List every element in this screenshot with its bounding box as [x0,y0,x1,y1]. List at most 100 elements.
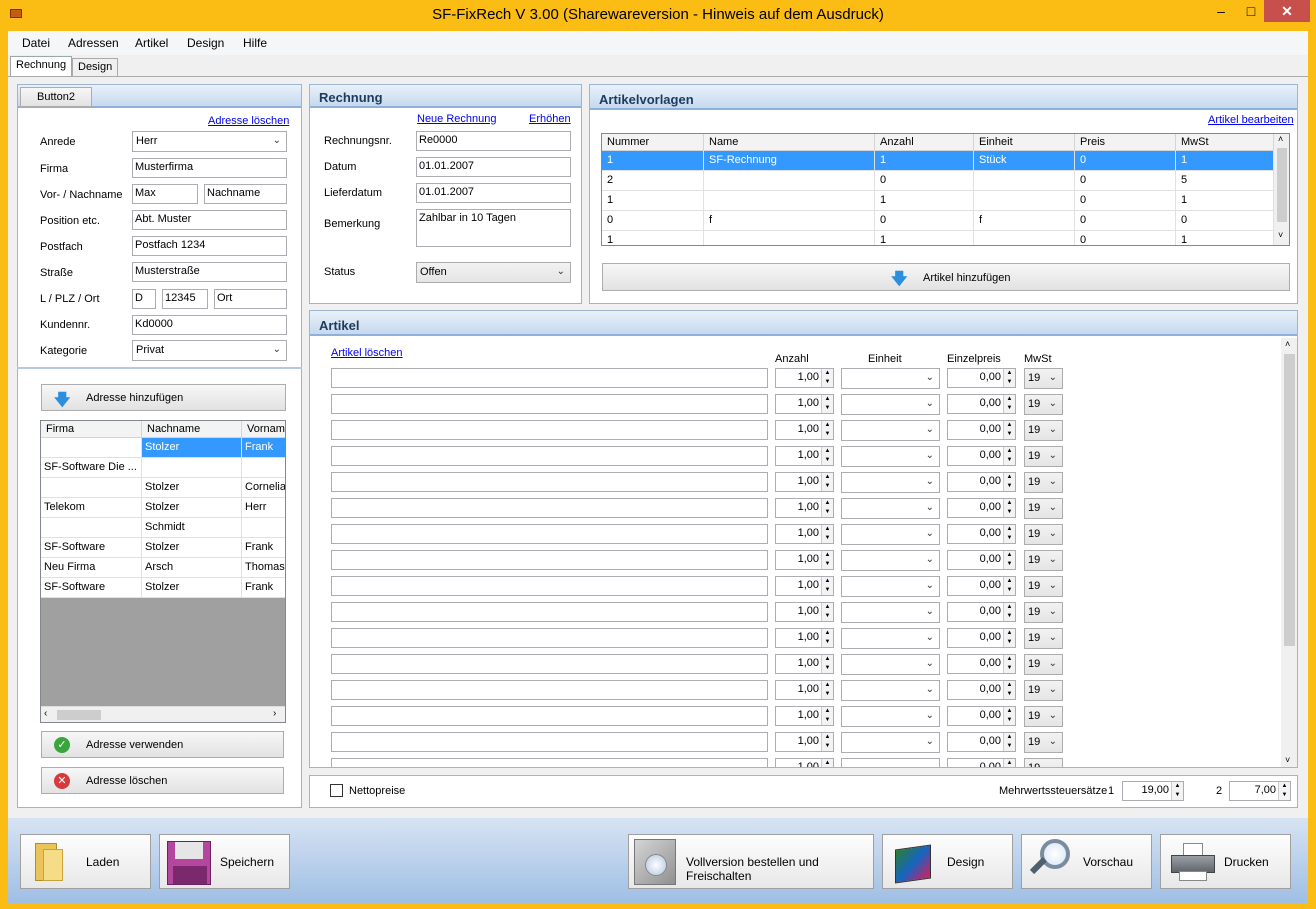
address-grid-cell[interactable]: Frank [242,538,285,558]
anzahl-stepper[interactable]: 1,00▲▼ [775,472,834,492]
vorname-input[interactable]: Max [132,184,198,204]
stepper-arrows-icon[interactable]: ▲▼ [821,629,833,647]
stepper-arrows-icon[interactable]: ▲▼ [821,655,833,673]
article-name-input[interactable] [331,576,768,596]
templates-grid[interactable]: Nummer Name Anzahl Einheit Preis MwSt 1 SF-Rec… [601,133,1290,246]
anzahl-stepper[interactable]: 1,00▲▼ [775,420,834,440]
close-button[interactable]: ✕ [1264,0,1310,22]
address-grid-cell[interactable] [242,458,285,478]
articles-scrollbar[interactable]: ˄ ˅ [1281,338,1297,767]
article-name-input[interactable] [331,524,768,544]
drucken-button[interactable]: Drucken [1160,834,1291,889]
preis-stepper[interactable]: 0,00▲▼ [947,654,1016,674]
anzahl-stepper[interactable]: 1,00▲▼ [775,446,834,466]
mwst-select[interactable]: 19 ⌄ [1024,680,1063,701]
stepper-arrows-icon[interactable]: ▲▼ [821,525,833,543]
address-grid-cell[interactable]: Stolzer [142,478,242,498]
stepper-arrows-icon[interactable]: ▲▼ [1003,447,1015,465]
article-name-input[interactable] [331,628,768,648]
preis-stepper[interactable]: 0,00▲▼ [947,446,1016,466]
address-grid-cell[interactable]: SF-Software Die ... [41,458,142,478]
stepper-arrows-icon[interactable]: ▲▼ [1003,551,1015,569]
templates-cell[interactable] [974,171,1075,191]
scroll-right-icon[interactable]: › [273,708,276,719]
add-address-button[interactable]: 🡇 Adresse hinzufügen [41,384,286,411]
scroll-thumb[interactable] [1277,148,1287,222]
address-grid-cell[interactable]: Thomas [242,558,285,578]
einheit-select[interactable]: ⌄ [841,758,940,767]
mwst1-stepper[interactable]: 19,00 ▲ ▼ [1122,781,1184,801]
scroll-down-icon[interactable]: ˅ [1278,230,1283,240]
address-grid-cell[interactable]: SF-Software [41,538,142,558]
datum-input[interactable]: 01.01.2007 [416,157,571,177]
anzahl-stepper[interactable]: 1,00▲▼ [775,706,834,726]
templates-header[interactable]: MwSt [1176,134,1274,150]
stepper-arrows-icon[interactable]: ▲▼ [1003,733,1015,751]
anzahl-stepper[interactable]: 1,00▲▼ [775,654,834,674]
preis-stepper[interactable]: 0,00▲▼ [947,758,1016,767]
address-grid-cell[interactable] [41,478,142,498]
address-grid-cell[interactable]: Stolzer [142,438,242,458]
button2[interactable]: Button2 [20,87,92,107]
anzahl-stepper[interactable]: 1,00▲▼ [775,394,834,414]
address-grid-cell[interactable]: Herr [242,498,285,518]
templates-cell[interactable]: 0 [1075,151,1176,171]
anzahl-stepper[interactable]: 1,00▲▼ [775,758,834,767]
stepper-arrows-icon[interactable]: ▲▼ [1003,681,1015,699]
einheit-select[interactable]: ⌄ [841,524,940,545]
anzahl-stepper[interactable]: 1,00▲▼ [775,368,834,388]
templates-cell[interactable]: f [704,211,875,231]
use-address-button[interactable]: ✓ Adresse verwenden [41,731,284,758]
stepper-arrows-icon[interactable]: ▲▼ [1003,759,1015,767]
add-article-button[interactable]: 🡇 Artikel hinzufügen [602,263,1290,291]
article-name-input[interactable] [331,550,768,570]
einheit-select[interactable]: ⌄ [841,394,940,415]
mwst-select[interactable]: 19 ⌄ [1024,602,1063,623]
scroll-left-icon[interactable]: ‹ [44,708,47,719]
preis-stepper[interactable]: 0,00▲▼ [947,576,1016,596]
templates-header[interactable]: Einheit [974,134,1075,150]
stepper-arrows-icon[interactable]: ▲▼ [1003,473,1015,491]
delete-article-link[interactable]: Artikel löschen [331,347,403,359]
templates-cell[interactable]: 1 [602,151,704,171]
horizontal-scrollbar[interactable]: ‹ › [41,706,285,722]
stepper-arrows-icon[interactable]: ▲▼ [1003,655,1015,673]
preis-stepper[interactable]: 0,00▲▼ [947,732,1016,752]
address-grid-cell[interactable]: Frank [242,578,285,598]
scroll-down-icon[interactable]: ˅ [1285,755,1290,765]
anzahl-stepper[interactable]: 1,00▲▼ [775,628,834,648]
address-grid-cell[interactable]: Arsch [142,558,242,578]
stepper-arrows-icon[interactable]: ▲▼ [821,421,833,439]
grid-header-nachname[interactable]: Nachname [142,421,242,437]
templates-cell[interactable]: f [974,211,1075,231]
preis-stepper[interactable]: 0,00▲▼ [947,706,1016,726]
templates-cell[interactable]: 1 [1176,191,1274,211]
anzahl-stepper[interactable]: 1,00▲▼ [775,680,834,700]
templates-cell[interactable] [974,191,1075,211]
templates-scrollbar[interactable]: ˄ ˅ [1274,134,1289,245]
templates-cell[interactable]: 1 [602,231,704,245]
ort-input[interactable]: Ort [214,289,287,309]
templates-cell[interactable]: 1 [875,151,974,171]
stepper-arrows-icon[interactable]: ▲▼ [821,707,833,725]
invoice-nr-input[interactable]: Re0000 [416,131,571,151]
templates-cell[interactable]: 5 [1176,171,1274,191]
article-name-input[interactable] [331,394,768,414]
stepper-arrows-icon[interactable]: ▲▼ [821,681,833,699]
einheit-select[interactable]: ⌄ [841,420,940,441]
templates-cell[interactable] [974,231,1075,245]
new-invoice-link[interactable]: Neue Rechnung [417,113,497,125]
einheit-select[interactable]: ⌄ [841,472,940,493]
address-grid-cell[interactable] [142,458,242,478]
kategorie-select[interactable]: Privat ⌄ [132,340,287,361]
einheit-select[interactable]: ⌄ [841,550,940,571]
article-name-input[interactable] [331,446,768,466]
templates-cell[interactable]: 0 [1075,211,1176,231]
preis-stepper[interactable]: 0,00▲▼ [947,498,1016,518]
address-grid-cell[interactable]: Telekom [41,498,142,518]
einheit-select[interactable]: ⌄ [841,628,940,649]
templates-cell[interactable] [704,231,875,245]
mwst2-stepper[interactable]: 7,00 ▲ ▼ [1229,781,1291,801]
grid-header-firma[interactable]: Firma [41,421,142,437]
firma-input[interactable]: Musterfirma [132,158,287,178]
